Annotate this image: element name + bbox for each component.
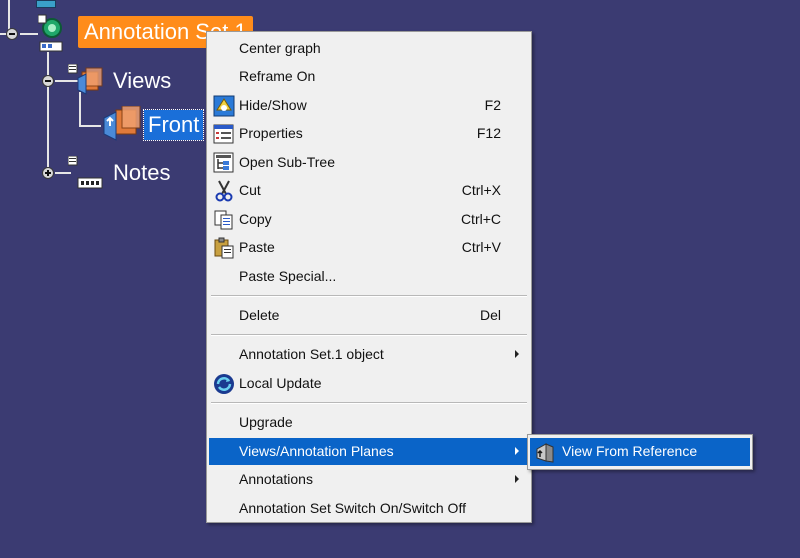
submenu-arrow-icon: [515, 350, 519, 358]
submenu-arrow-icon: [515, 475, 519, 483]
parent-node-icon: [36, 0, 56, 8]
menu-item-properties[interactable]: Properties F12: [209, 120, 529, 147]
menu-item-annotation-set-object[interactable]: Annotation Set.1 object: [209, 341, 529, 368]
tree-line: [8, 0, 10, 30]
menu-item-annotations[interactable]: Annotations: [209, 466, 529, 493]
menu-item-shortcut: Ctrl+V: [461, 239, 501, 255]
menu-item-label: Views/Annotation Planes: [239, 443, 394, 459]
copy-icon: [213, 209, 235, 231]
notes-icon: [67, 155, 104, 190]
tree-line: [79, 125, 101, 127]
local-update-icon: [213, 373, 235, 395]
menu-item-label: Properties: [239, 125, 303, 141]
menu-separator: [211, 334, 527, 336]
menu-separator: [211, 402, 527, 404]
menu-item-shortcut: Ctrl+C: [460, 211, 501, 227]
menu-item-hide-show[interactable]: Hide/Show F2: [209, 92, 529, 119]
menu-item-label: Local Update: [239, 375, 322, 391]
menu-item-copy[interactable]: Copy Ctrl+C: [209, 206, 529, 233]
menu-item-label: Annotation Set Switch On/Switch Off: [239, 500, 466, 516]
menu-item-label: Paste: [239, 239, 275, 255]
menu-item-label: Reframe On: [239, 68, 316, 84]
menu-item-delete[interactable]: Delete Del: [209, 302, 529, 329]
menu-item-cut[interactable]: Cut Ctrl+X: [209, 177, 529, 204]
menu-item-label: Upgrade: [239, 414, 293, 430]
menu-item-annotation-set-switch[interactable]: Annotation Set Switch On/Switch Off: [209, 495, 529, 522]
tree-node-front[interactable]: Front: [142, 109, 205, 141]
menu-separator: [211, 295, 527, 297]
scissors-icon: [213, 180, 235, 202]
menu-item-paste-special[interactable]: Paste Special...: [209, 263, 529, 290]
sub-tree-icon: [213, 152, 235, 174]
menu-item-views-annotation-planes[interactable]: Views/Annotation Planes: [209, 438, 529, 465]
menu-item-label: Open Sub-Tree: [239, 154, 335, 170]
views-annotation-planes-submenu: View From Reference: [527, 434, 753, 470]
menu-item-label: Copy: [239, 211, 272, 227]
menu-item-label: Annotations: [239, 471, 313, 487]
expand-notes-toggle[interactable]: [42, 167, 54, 179]
properties-icon: [213, 123, 235, 145]
menu-item-shortcut: Ctrl+X: [461, 182, 501, 198]
collapse-views-toggle[interactable]: [42, 75, 54, 87]
collapse-annotation-set-toggle[interactable]: [6, 28, 18, 40]
menu-item-reframe-on[interactable]: Reframe On: [209, 63, 529, 90]
submenu-arrow-icon: [515, 447, 519, 455]
menu-item-local-update[interactable]: Local Update: [209, 370, 529, 397]
menu-item-label: Cut: [239, 182, 261, 198]
menu-item-view-from-reference[interactable]: View From Reference: [530, 438, 750, 466]
annotation-set-icon: [37, 14, 72, 54]
views-icon: [67, 63, 106, 98]
menu-item-center-graph[interactable]: Center graph: [209, 35, 529, 62]
menu-item-label: Delete: [239, 307, 280, 323]
menu-item-label: Annotation Set.1 object: [239, 346, 384, 362]
tree-line: [47, 52, 49, 167]
menu-item-label: Paste Special...: [239, 268, 337, 284]
menu-item-shortcut: F2: [484, 97, 501, 113]
menu-item-label: Hide/Show: [239, 97, 307, 113]
view-from-reference-icon: [534, 441, 556, 463]
menu-item-label: View From Reference: [562, 443, 698, 459]
tree-node-views[interactable]: Views: [110, 66, 174, 96]
front-view-icon: [102, 105, 142, 142]
menu-item-paste[interactable]: Paste Ctrl+V: [209, 234, 529, 261]
menu-item-upgrade[interactable]: Upgrade: [209, 409, 529, 436]
menu-item-label: Center graph: [239, 40, 321, 56]
tree-node-notes[interactable]: Notes: [110, 158, 173, 188]
menu-item-shortcut: F12: [476, 125, 501, 141]
paste-icon: [213, 237, 235, 259]
context-menu: Center graph Reframe On Hide/Show F2 Pro…: [206, 31, 532, 523]
hide-show-icon: [213, 95, 235, 117]
menu-item-shortcut: Del: [479, 307, 501, 323]
menu-item-open-sub-tree[interactable]: Open Sub-Tree: [209, 149, 529, 176]
tree-line: [20, 33, 38, 35]
